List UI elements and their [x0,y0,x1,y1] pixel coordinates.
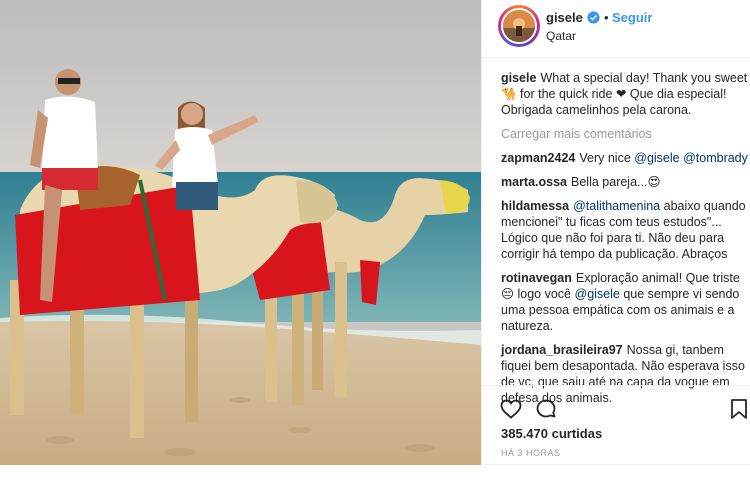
comment-item: marta.ossa Bella pareja...😍 [501,174,749,190]
caption-username[interactable]: gisele [501,71,536,85]
avatar[interactable] [498,5,540,47]
location-link[interactable]: Qatar [546,29,576,43]
comment-username[interactable]: jordana_brasileira97 [501,343,623,357]
follow-button[interactable]: Seguir [612,10,652,25]
mention-link[interactable]: @talithamenina [573,199,660,213]
comment-username[interactable]: marta.ossa [501,175,567,189]
caption-text: What a special day! Thank you sweet 🐪 fo… [501,71,748,117]
post-side-panel: gisele • Seguir Qatar gisele What a speci… [481,0,750,465]
comment-item: rotinavegan Exploração animal! Que triste… [501,270,749,334]
instagram-post: gisele • Seguir Qatar gisele What a speci… [0,0,750,465]
mention-link[interactable]: @gisele [634,151,679,165]
mention-link[interactable]: @gisele [575,287,620,301]
avatar-image [501,8,537,44]
comments-list: gisele What a special day! Thank you swee… [501,70,749,414]
like-heart-icon[interactable] [499,397,523,421]
camel-ride-photo [0,0,481,465]
comment-item: zapman2424 Very nice @gisele @tombrady [501,150,749,166]
comment-bubble-icon[interactable] [534,397,558,421]
post-actions: 385.470 curtidas HÁ 3 HORAS [482,385,750,465]
username[interactable]: gisele [546,10,583,25]
caption: gisele What a special day! Thank you swee… [501,70,749,118]
verified-badge-icon [587,11,600,24]
comment-username[interactable]: zapman2424 [501,151,575,165]
comment-text: Bella pareja...😍 [571,175,661,189]
bookmark-save-icon[interactable] [727,397,750,421]
mention-link[interactable]: @tombrady [683,151,748,165]
comment-username[interactable]: rotinavegan [501,271,572,285]
post-photo[interactable] [0,0,481,465]
load-more-comments-button[interactable]: Carregar mais comentários [501,126,749,142]
post-timestamp[interactable]: HÁ 3 HORAS [501,448,561,458]
comment-item: hildamessa @talithamenina abaixo quando m… [501,198,749,262]
post-header: gisele • Seguir Qatar [482,0,750,58]
comment-username[interactable]: hildamessa [501,199,569,213]
likes-count[interactable]: 385.470 curtidas [501,426,602,441]
comment-text: Very nice [579,151,635,165]
separator-dot: • [604,10,609,25]
